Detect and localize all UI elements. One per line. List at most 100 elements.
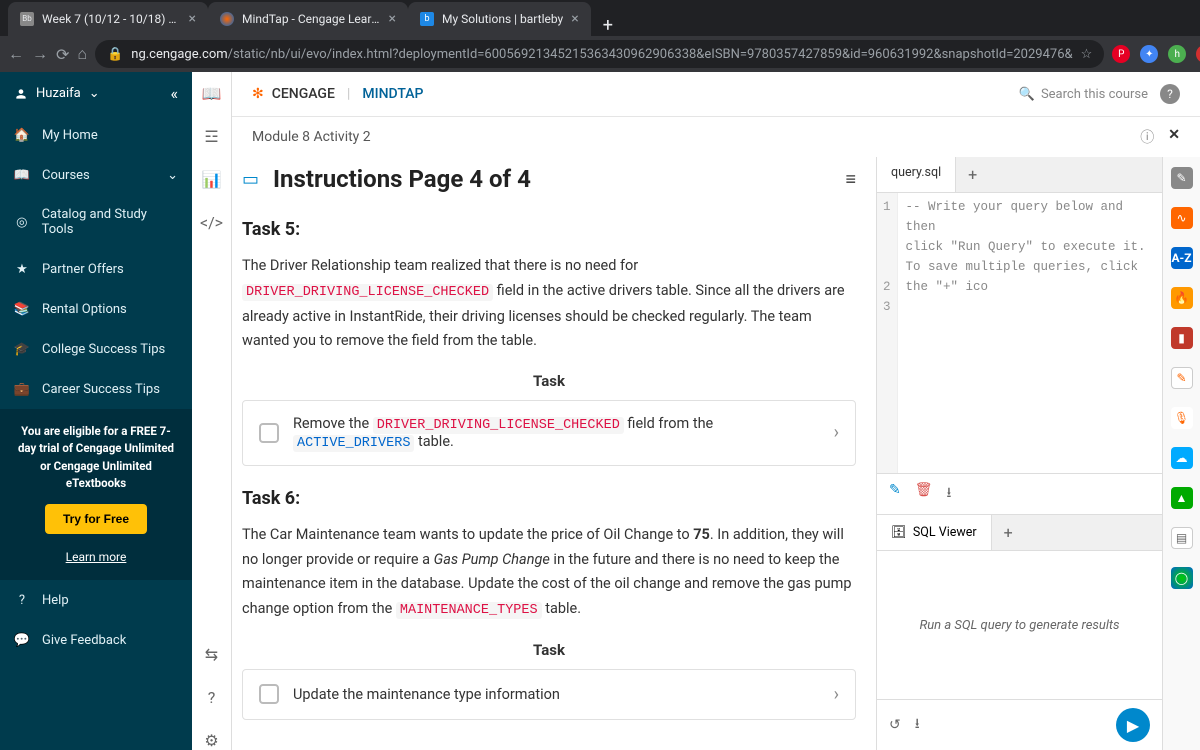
run-query-button[interactable]: ▶	[1116, 708, 1150, 742]
home-icon: 🏠	[14, 127, 30, 143]
browser-tab[interactable]: Bb Week 7 (10/12 - 10/18) – UML D ×	[8, 2, 208, 36]
checkbox[interactable]	[259, 423, 279, 443]
add-viewer-tab-button[interactable]: +	[992, 515, 1025, 550]
list-icon[interactable]: ☲	[204, 127, 218, 146]
notes-icon[interactable]: ▤	[1171, 527, 1193, 549]
history-icon[interactable]: ↺	[889, 717, 901, 733]
viewer-tab[interactable]: 🗄SQL Viewer	[877, 515, 992, 550]
rss-icon[interactable]: ∿	[1171, 207, 1193, 229]
menu-icon[interactable]: ≡	[845, 169, 856, 190]
module-title: Module 8 Activity 2	[252, 129, 371, 145]
record-icon[interactable]: ◉	[1196, 45, 1200, 63]
trash-icon[interactable]: 🗑	[915, 482, 933, 506]
pager: ‹ 4 / 4 ›	[242, 742, 856, 750]
sidebar-item-partner-offers[interactable]: ★Partner Offers	[0, 249, 192, 289]
brand-logo: ✻ CENGAGE | MINDTAP	[252, 86, 423, 102]
star-icon: ★	[14, 261, 30, 277]
info-icon[interactable]: ⓘ	[1140, 127, 1154, 147]
activity-toolbar: 📖 ☲ 📊 </> ⇆ ? ⚙	[192, 72, 232, 750]
browser-tab[interactable]: b My Solutions | bartleby ×	[408, 2, 591, 36]
cloud-icon[interactable]: ☁	[1171, 447, 1193, 469]
sidebar-item-label: Career Success Tips	[42, 382, 160, 397]
close-icon[interactable]: ✕	[1168, 127, 1180, 147]
content-header: ✻ CENGAGE | MINDTAP 🔍 Search this course…	[232, 72, 1200, 117]
promo-banner: You are eligible for a FREE 7-day trial …	[0, 409, 192, 580]
download-icon[interactable]: ⭳	[947, 482, 952, 506]
right-rail: ✎ ∿ A-Z 🔥 ▮ ✎ 🎙 ☁ ▲ ▤ ◯	[1162, 157, 1200, 750]
pencil-icon[interactable]: ✎	[1171, 167, 1193, 189]
sidebar-item-career-tips[interactable]: 💼Career Success Tips	[0, 369, 192, 409]
try-for-free-button[interactable]: Try for Free	[45, 504, 147, 534]
editor-tab[interactable]: query.sql	[877, 157, 956, 192]
code-token: DRIVER_DRIVING_LICENSE_CHECKED	[242, 284, 493, 301]
results-toolbar: ↺ ⭳ ▶	[877, 699, 1162, 750]
edit-icon[interactable]: ✎	[889, 482, 901, 506]
sidebar-item-help[interactable]: ?Help	[0, 580, 192, 620]
book-icon[interactable]: ▮	[1171, 327, 1193, 349]
pinterest-icon[interactable]: P	[1112, 45, 1130, 63]
profile-avatar[interactable]: h	[1168, 45, 1186, 63]
home-button[interactable]: ⌂	[77, 44, 87, 64]
back-button[interactable]: ←	[8, 44, 24, 64]
user-menu[interactable]: Huzaifa ⌄	[14, 86, 100, 101]
sidebar-item-rental[interactable]: 📚Rental Options	[0, 289, 192, 329]
collapse-sidebar-button[interactable]: «	[170, 84, 178, 103]
download-icon[interactable]: ⭳	[915, 713, 920, 737]
audio-icon[interactable]: 🎙	[1171, 407, 1193, 429]
drive-icon[interactable]: ▲	[1171, 487, 1193, 509]
help-icon[interactable]: ?	[1160, 84, 1180, 104]
sidebar-item-feedback[interactable]: 💬Give Feedback	[0, 620, 192, 660]
address-bar[interactable]: 🔒 ng.cengage.com/static/nb/ui/evo/index.…	[95, 40, 1104, 68]
close-icon[interactable]: ×	[189, 11, 196, 27]
close-icon[interactable]: ×	[571, 11, 578, 27]
sql-editor[interactable]: 1 23 -- Write your query below and then …	[877, 193, 1162, 473]
code-token: DRIVER_DRIVING_LICENSE_CHECKED	[373, 417, 624, 434]
share-icon[interactable]: ⇆	[205, 645, 218, 664]
search-course[interactable]: 🔍 Search this course	[1019, 87, 1148, 102]
learn-more-link[interactable]: Learn more	[14, 548, 178, 566]
task-6: Task 6: The Car Maintenance team wants t…	[242, 488, 856, 720]
task-text: Update the maintenance type information	[293, 686, 820, 703]
sidebar-item-courses[interactable]: 📖Courses⌄	[0, 155, 192, 195]
add-tab-button[interactable]: +	[956, 157, 989, 192]
globe-icon[interactable]: ◯	[1171, 567, 1193, 589]
book-open-icon[interactable]: 📖	[202, 84, 222, 103]
url-text: ng.cengage.com/static/nb/ui/evo/index.ht…	[131, 47, 1072, 62]
chat-icon: 💬	[14, 632, 30, 648]
page-title: Instructions Page 4 of 4	[273, 165, 531, 193]
settings-icon[interactable]: ⚙	[204, 731, 218, 750]
close-icon[interactable]: ×	[389, 11, 396, 27]
extensions-icon[interactable]: ✦	[1140, 45, 1158, 63]
flame-icon[interactable]: 🔥	[1171, 287, 1193, 309]
code-token: ACTIVE_DRIVERS	[293, 435, 414, 452]
forward-button[interactable]: →	[32, 44, 48, 64]
new-tab-button[interactable]: +	[591, 15, 625, 36]
sidebar-item-catalog[interactable]: ◎Catalog and Study Tools	[0, 195, 192, 249]
star-icon[interactable]: ☆	[1081, 47, 1093, 62]
chart-icon[interactable]: 📊	[202, 170, 222, 189]
sql-results: Run a SQL query to generate results	[877, 551, 1162, 699]
viewer-tab-label: SQL Viewer	[913, 525, 977, 540]
highlight-icon[interactable]: ✎	[1171, 367, 1193, 389]
search-placeholder: Search this course	[1041, 87, 1148, 102]
sidebar-item-label: Rental Options	[42, 302, 127, 317]
sidebar-item-label: Help	[42, 593, 69, 608]
reload-button[interactable]: ⟳	[56, 45, 69, 64]
checkbox[interactable]	[259, 684, 279, 704]
tab-title: Week 7 (10/12 - 10/18) – UML D	[42, 12, 181, 26]
help-icon[interactable]: ?	[208, 688, 216, 707]
browser-tab[interactable]: MindTap - Cengage Learning ×	[208, 2, 408, 36]
sidebar-item-my-home[interactable]: 🏠My Home	[0, 115, 192, 155]
code-icon[interactable]: </>	[200, 213, 223, 232]
chevron-down-icon: ⌄	[167, 168, 178, 183]
editor-content[interactable]: -- Write your query below and then click…	[898, 193, 1162, 473]
book-icon: ▭	[242, 169, 259, 190]
chevron-down-icon: ⌄	[89, 86, 100, 101]
task-item[interactable]: Remove the DRIVER_DRIVING_LICENSE_CHECKE…	[242, 400, 856, 466]
sidebar-item-college-tips[interactable]: 🎓College Success Tips	[0, 329, 192, 369]
az-icon[interactable]: A-Z	[1171, 247, 1193, 269]
lock-icon: 🔒	[107, 47, 123, 62]
task-heading: Task 6:	[242, 488, 856, 509]
task-item[interactable]: Update the maintenance type information …	[242, 669, 856, 720]
brand-cengage: CENGAGE	[272, 86, 335, 102]
